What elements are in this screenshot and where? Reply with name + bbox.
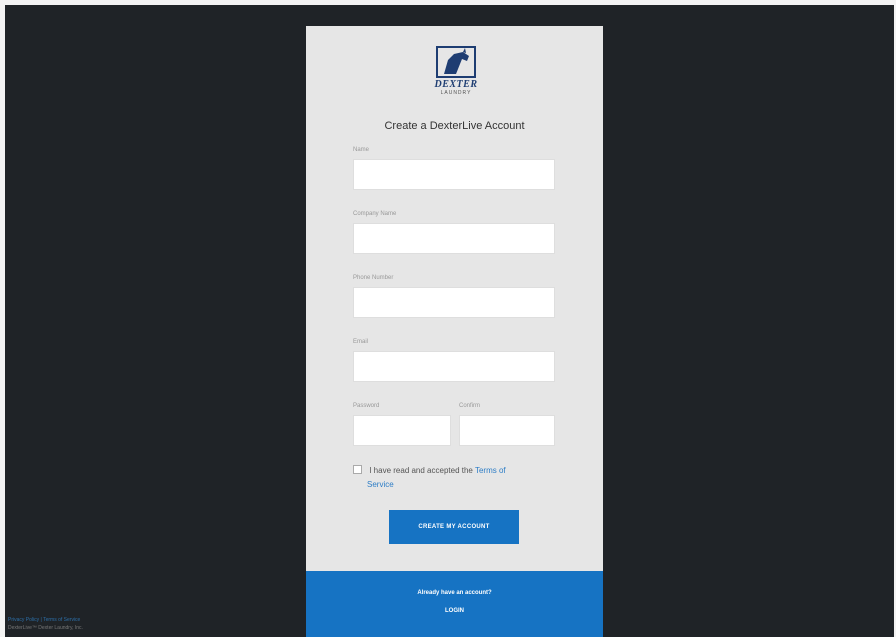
terms-link-service[interactable]: Service xyxy=(367,478,563,492)
confirm-label: Confirm xyxy=(459,403,481,409)
password-input[interactable] xyxy=(353,415,451,446)
terms-row: I have read and accepted the Terms of Se… xyxy=(353,464,563,492)
login-link[interactable]: Login xyxy=(306,608,603,614)
terms-checkbox[interactable] xyxy=(353,465,362,474)
screen-bezel-top xyxy=(0,0,896,5)
legal-links[interactable]: Privacy Policy | Terms of Service xyxy=(8,617,80,623)
horse-logo-icon xyxy=(436,46,476,78)
login-footer: Already have an account? Login xyxy=(306,571,603,637)
company-name-input[interactable] xyxy=(353,223,555,254)
screen-bezel-left xyxy=(0,0,5,637)
company-name-label: Company Name xyxy=(353,211,397,217)
confirm-password-input[interactable] xyxy=(459,415,555,446)
email-label: Email xyxy=(353,339,369,345)
corner-footer: Privacy Policy | Terms of Service Dexter… xyxy=(8,616,83,632)
email-input[interactable] xyxy=(353,351,555,382)
have-account-text: Already have an account? xyxy=(417,590,492,596)
signup-card: DEXTER LAUNDRY Create a DexterLive Accou… xyxy=(306,26,603,571)
brand-logo: DEXTER LAUNDRY xyxy=(424,46,488,102)
phone-number-label: Phone Number xyxy=(353,275,394,281)
copyright-text: DexterLive™ Dexter Laundry, Inc. xyxy=(8,625,83,631)
name-input[interactable] xyxy=(353,159,555,190)
name-label: Name xyxy=(353,147,370,153)
phone-number-input[interactable] xyxy=(353,287,555,318)
terms-link[interactable]: Terms of xyxy=(475,466,506,475)
create-account-button[interactable]: Create my account xyxy=(389,510,519,544)
brand-wordmark: DEXTER xyxy=(434,79,478,90)
password-label: Password xyxy=(353,403,380,409)
form-title: Create a DexterLive Account xyxy=(384,120,525,132)
terms-text: I have read and accepted the xyxy=(369,466,473,475)
brand-tagline: LAUNDRY xyxy=(440,90,472,96)
